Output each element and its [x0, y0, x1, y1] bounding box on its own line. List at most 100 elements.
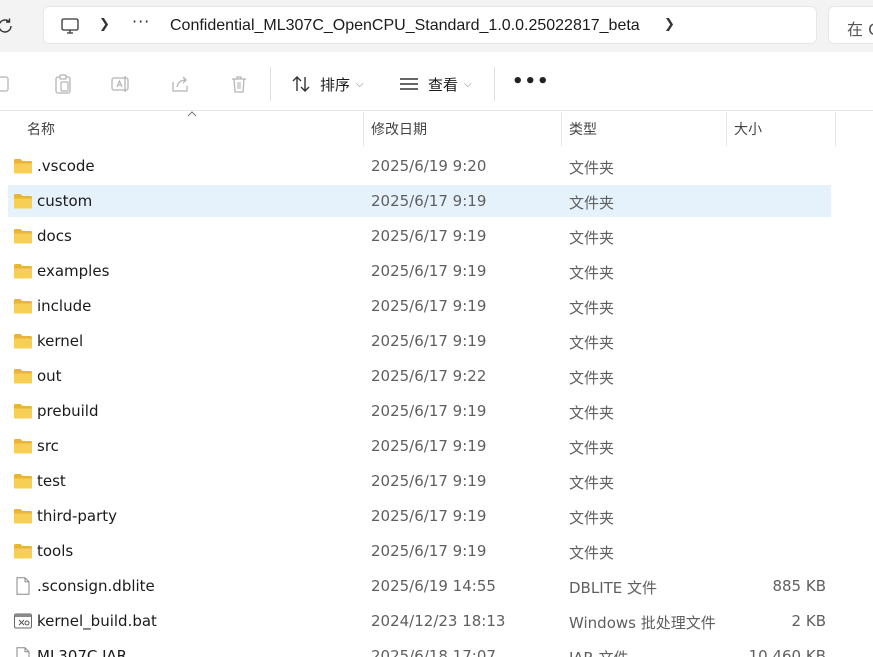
- column-header: 名称 修改日期 类型 大小: [0, 111, 873, 146]
- view-button[interactable]: 查看 ⌵: [398, 70, 472, 98]
- file-type: 文件夹: [569, 439, 615, 457]
- share-icon[interactable]: [169, 73, 191, 95]
- column-size[interactable]: 大小: [726, 112, 762, 146]
- file-size: 10,460 KB: [748, 647, 826, 657]
- file-date-modified: 2025/6/17 9:19: [371, 472, 487, 490]
- file-name: docs: [37, 227, 72, 245]
- file-type: 文件夹: [569, 544, 615, 562]
- file-name: include: [37, 297, 92, 315]
- folder-icon: [13, 507, 33, 525]
- folder-icon: [13, 192, 33, 210]
- file-type: 文件夹: [569, 264, 615, 282]
- file-date-modified: 2025/6/17 9:19: [371, 437, 487, 455]
- copy-icon[interactable]: [0, 73, 14, 95]
- column-divider[interactable]: [835, 112, 836, 146]
- file-date-modified: 2025/6/17 9:19: [371, 332, 487, 350]
- column-type[interactable]: 类型: [561, 112, 597, 146]
- file-row[interactable]: test 2025/6/17 9:19 文件夹: [8, 465, 831, 497]
- file-date-modified: 2025/6/17 9:19: [371, 192, 487, 210]
- file-name: .sconsign.dblite: [37, 577, 155, 595]
- file-name: test: [37, 472, 66, 490]
- column-name[interactable]: 名称: [19, 112, 55, 146]
- command-bar: 排序 ⌵ 查看 ⌵ •••: [0, 55, 873, 111]
- file-name: prebuild: [37, 402, 99, 420]
- file-name: kernel_build.bat: [37, 612, 157, 630]
- file-name: ML307C.JAR: [37, 647, 128, 657]
- sort-ascending-icon: [187, 111, 197, 117]
- breadcrumb-overflow-button[interactable]: ···: [132, 12, 150, 31]
- file-row[interactable]: examples 2025/6/17 9:19 文件夹: [8, 255, 831, 287]
- paste-icon[interactable]: [52, 73, 74, 95]
- file-row[interactable]: custom 2025/6/17 9:19 文件夹: [8, 185, 831, 217]
- file-type: DBLITE 文件: [569, 579, 658, 597]
- file-type: 文件夹: [569, 194, 615, 212]
- file-row[interactable]: ML307C.JAR 2025/6/18 17:07 JAR 文件 10,460 KB: [8, 640, 831, 657]
- file-type: 文件夹: [569, 474, 615, 492]
- folder-icon: [13, 542, 33, 560]
- file-name: src: [37, 437, 59, 455]
- chevron-down-icon: ⌵: [464, 78, 472, 90]
- file-row[interactable]: kernel 2025/6/17 9:19 文件夹: [8, 325, 831, 357]
- refresh-icon[interactable]: [0, 15, 16, 37]
- file-type: 文件夹: [569, 404, 615, 422]
- file-row[interactable]: docs 2025/6/17 9:19 文件夹: [8, 220, 831, 252]
- file-date-modified: 2025/6/17 9:19: [371, 542, 487, 560]
- this-pc-icon[interactable]: [60, 16, 80, 36]
- file-type: 文件夹: [569, 159, 615, 177]
- file-date-modified: 2025/6/17 9:22: [371, 367, 487, 385]
- file-row[interactable]: tools 2025/6/17 9:19 文件夹: [8, 535, 831, 567]
- file-type: 文件夹: [569, 369, 615, 387]
- folder-icon: [13, 402, 33, 420]
- sort-icon: [292, 76, 310, 92]
- search-input[interactable]: 在 C: [828, 6, 873, 44]
- folder-icon: [13, 367, 33, 385]
- chevron-down-icon: ⌵: [356, 78, 364, 90]
- delete-icon[interactable]: [228, 73, 250, 95]
- file-date-modified: 2025/6/19 14:55: [371, 577, 496, 595]
- file-row[interactable]: include 2025/6/17 9:19 文件夹: [8, 290, 831, 322]
- file-name: out: [37, 367, 62, 385]
- column-date-modified[interactable]: 修改日期: [363, 112, 427, 146]
- file-type: 文件夹: [569, 229, 615, 247]
- more-options-button[interactable]: •••: [512, 71, 550, 92]
- toolbar-divider: [494, 67, 495, 101]
- rename-icon[interactable]: [110, 73, 132, 95]
- file-row[interactable]: kernel_build.bat 2024/12/23 18:13 Windows …: [8, 605, 831, 637]
- file-row[interactable]: third-party 2025/6/17 9:19 文件夹: [8, 500, 831, 532]
- file-row[interactable]: .sconsign.dblite 2025/6/19 14:55 DBLITE 文件…: [8, 570, 831, 602]
- sort-label: 排序: [320, 75, 351, 94]
- toolbar-divider: [270, 67, 271, 101]
- chevron-right-icon[interactable]: ❯: [99, 17, 110, 32]
- file-date-modified: 2025/6/17 9:19: [371, 402, 487, 420]
- file-name: custom: [37, 192, 93, 210]
- file-name: examples: [37, 262, 110, 280]
- file-name: third-party: [37, 507, 118, 525]
- file-icon: [13, 647, 33, 657]
- file-row[interactable]: src 2025/6/17 9:19 文件夹: [8, 430, 831, 462]
- folder-icon: [13, 262, 33, 280]
- sort-button[interactable]: 排序 ⌵: [290, 70, 364, 98]
- address-bar[interactable]: ❯ ··· Confidential_ML307C_OpenCPU_Standa…: [43, 6, 817, 44]
- file-date-modified: 2025/6/19 9:20: [371, 157, 487, 175]
- folder-icon: [13, 297, 33, 315]
- file-date-modified: 2025/6/17 9:19: [371, 227, 487, 245]
- file-type: 文件夹: [569, 334, 615, 352]
- view-label: 查看: [428, 75, 459, 94]
- file-name: kernel: [37, 332, 84, 350]
- file-type: Windows 批处理文件: [569, 614, 716, 632]
- file-row[interactable]: .vscode 2025/6/19 9:20 文件夹: [8, 150, 831, 182]
- breadcrumb-current-folder[interactable]: Confidential_ML307C_OpenCPU_Standard_1.0…: [170, 17, 640, 35]
- file-date-modified: 2024/12/23 18:13: [371, 612, 506, 630]
- folder-icon: [13, 227, 33, 245]
- chevron-right-icon[interactable]: ❯: [664, 17, 675, 32]
- folder-icon: [13, 437, 33, 455]
- folder-icon: [13, 332, 33, 350]
- file-type: 文件夹: [569, 509, 615, 527]
- file-size: 2 KB: [791, 612, 826, 630]
- file-date-modified: 2025/6/17 9:19: [371, 297, 487, 315]
- file-row[interactable]: prebuild 2025/6/17 9:19 文件夹: [8, 395, 831, 427]
- file-name: .vscode: [37, 157, 95, 175]
- view-list-icon: [400, 78, 418, 90]
- file-name: tools: [37, 542, 74, 560]
- file-row[interactable]: out 2025/6/17 9:22 文件夹: [8, 360, 831, 392]
